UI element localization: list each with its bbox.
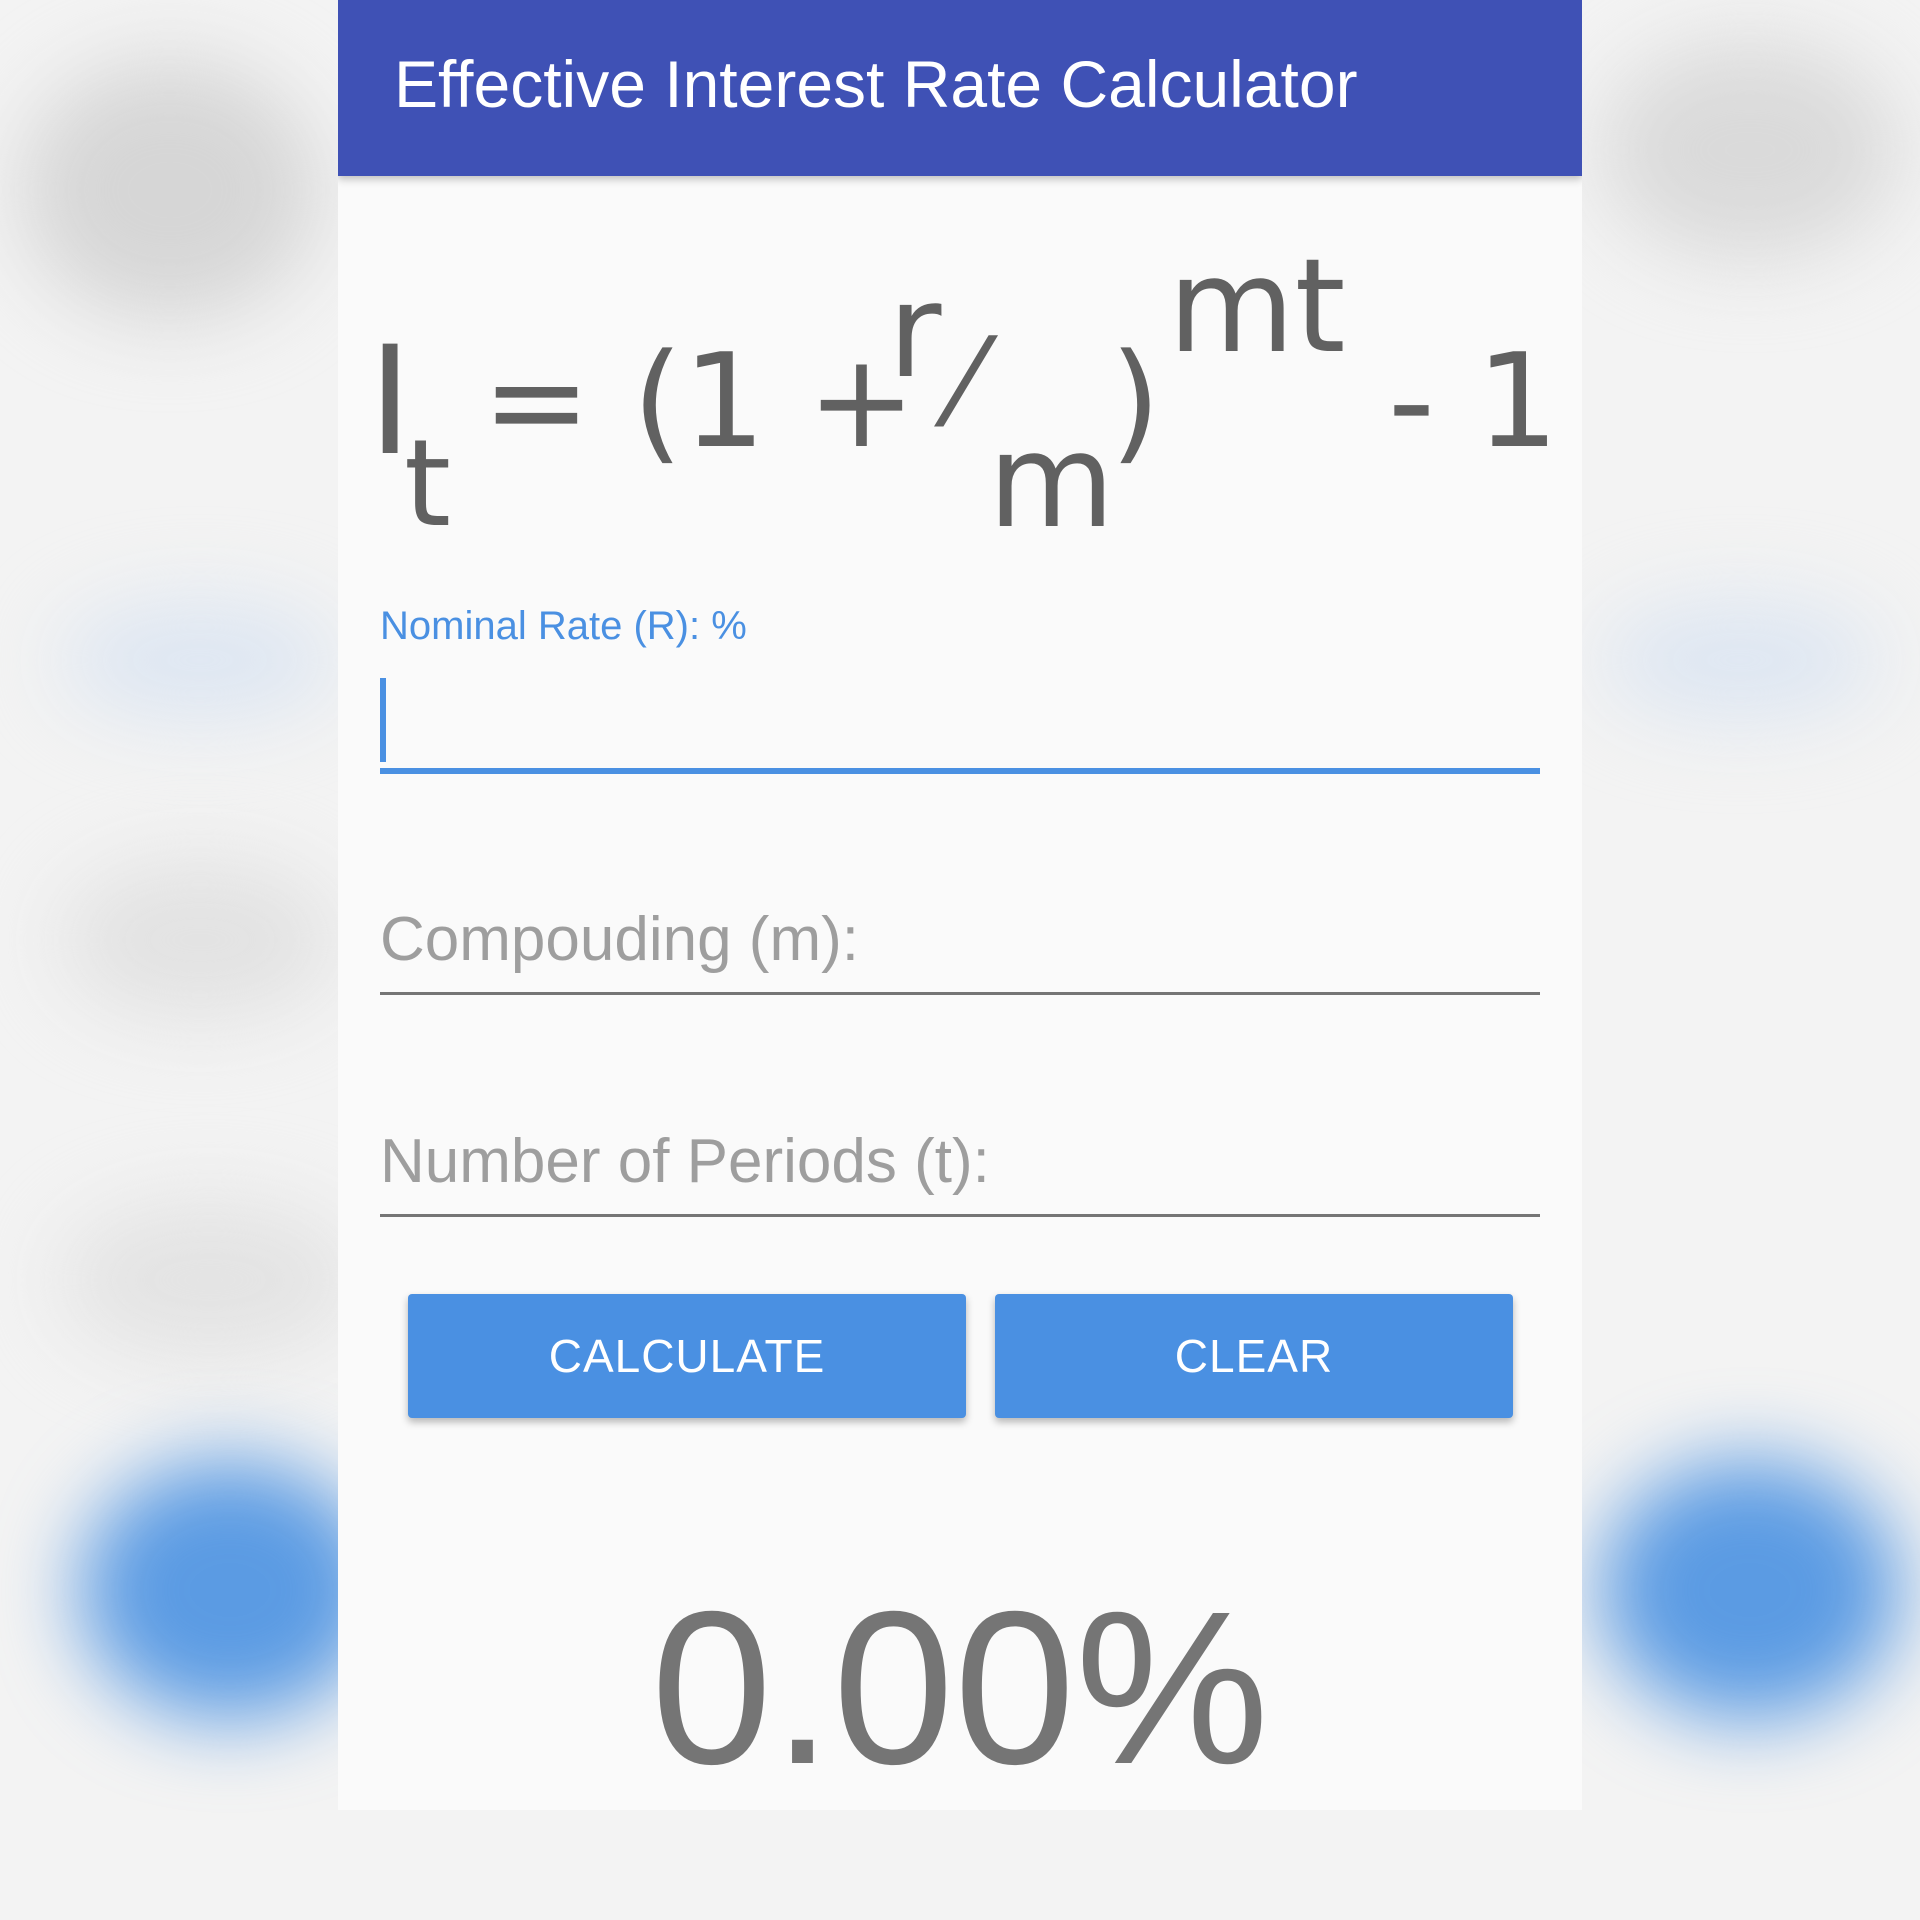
effective-rate-formula: I t = (1 + r ⁄ m ) mt - 1 bbox=[368, 230, 1568, 557]
formula-minus-one: - 1 bbox=[1388, 325, 1559, 477]
periods-underline bbox=[380, 1214, 1540, 1217]
app-screen: Effective Interest Rate Calculator I t =… bbox=[338, 0, 1582, 1810]
formula-numerator: r bbox=[888, 255, 942, 407]
text-cursor bbox=[380, 678, 386, 762]
compounding-input[interactable] bbox=[380, 880, 1544, 992]
nominal-rate-input[interactable] bbox=[380, 668, 1544, 766]
formula-base-subscript: t bbox=[404, 415, 452, 554]
periods-input[interactable] bbox=[380, 1102, 1544, 1214]
formula-equals-open: = (1 + bbox=[482, 325, 916, 477]
formula-denominator: m bbox=[988, 405, 1115, 557]
formula-close-paren: ) bbox=[1110, 325, 1161, 477]
app-bar: Effective Interest Rate Calculator bbox=[338, 0, 1582, 176]
nominal-rate-underline bbox=[380, 768, 1540, 774]
clear-button[interactable]: CLEAR bbox=[995, 1294, 1513, 1418]
calculate-button[interactable]: CALCULATE bbox=[408, 1294, 966, 1418]
nominal-rate-label: Nominal Rate (R): % bbox=[380, 604, 747, 648]
app-title: Effective Interest Rate Calculator bbox=[394, 47, 1358, 121]
compounding-underline bbox=[380, 992, 1540, 995]
formula-slash: ⁄ bbox=[956, 315, 977, 454]
result-value: 0.00% bbox=[650, 1567, 1270, 1810]
formula-exponent: mt bbox=[1168, 230, 1346, 382]
